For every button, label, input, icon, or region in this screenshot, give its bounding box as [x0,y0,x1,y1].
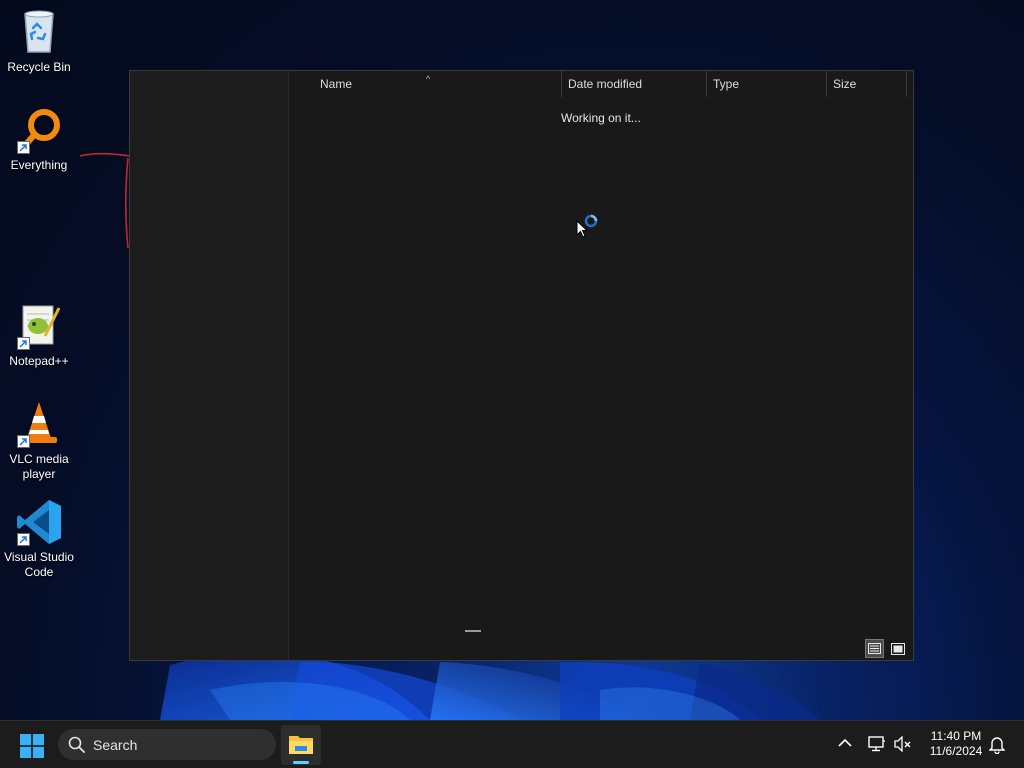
windows-logo-icon [20,734,44,758]
desktop-icon-label: VLC media player [9,452,69,481]
clock-date: 11/6/2024 [929,744,983,758]
notification-bell-icon[interactable] [989,736,1005,754]
large-icons-view-icon [890,642,905,655]
desktop-icon-label: Everything [10,158,68,172]
column-header-size[interactable]: Size [827,71,907,97]
column-header-name[interactable]: Name ^ [314,71,562,97]
desktop-icon-vscode[interactable]: Visual Studio Code [1,498,77,580]
sort-ascending-icon: ^ [426,74,431,84]
desktop-icon-label: Visual Studio Code [4,550,74,579]
navigation-pane[interactable] [130,71,289,660]
desktop-icon-notepadpp[interactable]: Notepad++ [1,302,77,369]
shortcut-arrow-icon [17,337,30,350]
file-explorer-icon [289,736,313,754]
recycle-bin-icon [15,8,63,56]
column-header-date-modified[interactable]: Date modified [562,71,707,97]
notepadpp-icon [15,302,63,350]
column-header-label: Type [713,77,740,91]
chevron-up-icon[interactable] [838,738,852,748]
active-app-indicator [293,761,309,764]
large-icons-view-button[interactable] [888,639,907,658]
desktop-icon-vlc[interactable]: VLC media player [1,400,77,482]
taskbar-search-box[interactable]: Search [58,729,276,760]
desktop-icon-everything[interactable]: Everything [1,106,77,173]
column-header-label: Date modified [568,77,643,91]
view-toggle-group [865,639,907,658]
search-placeholder: Search [93,737,138,753]
busy-spinner-icon [584,214,598,228]
loading-status-text: Working on it... [561,111,641,125]
column-header-type[interactable]: Type [707,71,827,97]
desktop-icon-label: Notepad++ [9,354,69,368]
taskbar-app-file-explorer[interactable] [281,725,321,765]
start-button[interactable] [20,734,44,758]
file-explorer-window[interactable]: Name ^ Date modified Type Size Working o… [129,70,914,661]
column-header-label: Size [833,77,857,91]
red-annotation-mark [79,152,131,249]
clock-time: 11:40 PM [930,729,982,743]
system-clock[interactable]: 11:40 PM 11/6/2024 [918,729,994,759]
search-icon [68,736,85,753]
vlc-cone-icon [15,400,63,448]
vscode-icon [15,498,63,546]
everything-search-icon [15,106,63,154]
details-view-button[interactable] [865,639,884,658]
taskbar: Search 11:40 PM 11/6/2024 [0,720,1024,768]
shortcut-arrow-icon [17,533,30,546]
horizontal-scrollbar[interactable] [465,630,481,632]
column-header-label: Name [320,77,353,91]
shortcut-arrow-icon [17,141,30,154]
desktop-icon-recycle-bin[interactable]: Recycle Bin [1,8,77,75]
desktop-icon-label: Recycle Bin [7,60,71,74]
file-list-pane[interactable]: Name ^ Date modified Type Size Working o… [289,71,913,632]
volume-muted-icon[interactable] [894,736,912,752]
details-view-icon [868,643,881,654]
network-icon[interactable] [868,736,886,752]
shortcut-arrow-icon [17,435,30,448]
